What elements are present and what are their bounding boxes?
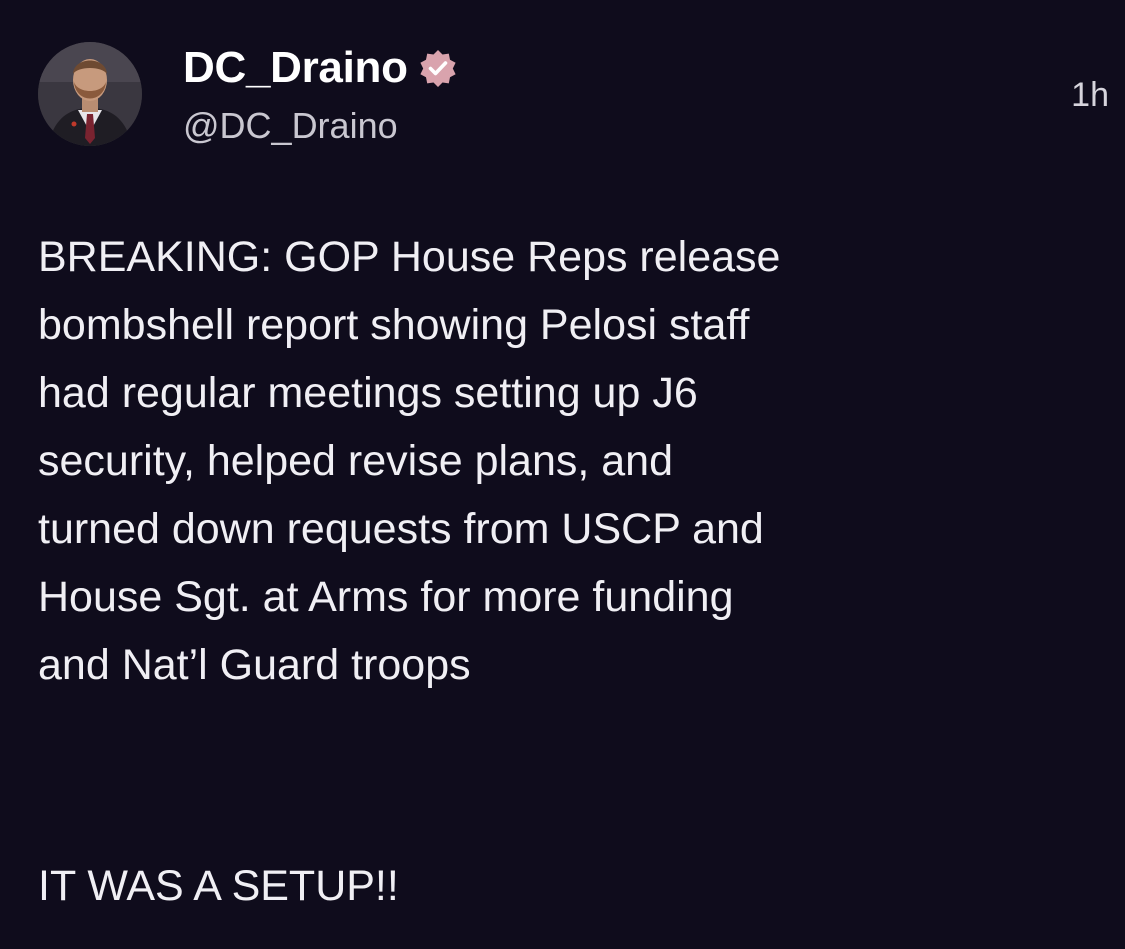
post-body-line: turned down requests from USCP and xyxy=(38,505,764,553)
post-body: BREAKING: GOP House Reps release bombshe… xyxy=(38,223,1098,699)
post-body-line: had regular meetings setting up J6 xyxy=(38,369,698,417)
post-body-line: and Nat’l Guard troops xyxy=(38,641,471,689)
post-body-line: security, helped revise plans, and xyxy=(38,437,674,485)
post-body-line: bombshell report showing Pelosi staff xyxy=(38,301,750,349)
verified-badge-icon xyxy=(418,48,458,88)
avatar[interactable] xyxy=(38,42,142,146)
post-body-line: House Sgt. at Arms for more funding xyxy=(38,573,734,621)
author-display-name[interactable]: DC_Draino xyxy=(183,43,408,93)
author-handle[interactable]: @DC_Draino xyxy=(183,105,398,147)
post-body-line: BREAKING: GOP House Reps release xyxy=(38,233,781,281)
post-card: DC_Draino @DC_Draino 1h BREAKING: GOP Ho… xyxy=(0,0,1125,949)
profile-photo-icon xyxy=(38,42,142,146)
post-timestamp[interactable]: 1h xyxy=(1071,76,1109,115)
post-closing-line: IT WAS A SETUP!! xyxy=(38,862,399,910)
author-name-row: DC_Draino xyxy=(183,40,458,96)
